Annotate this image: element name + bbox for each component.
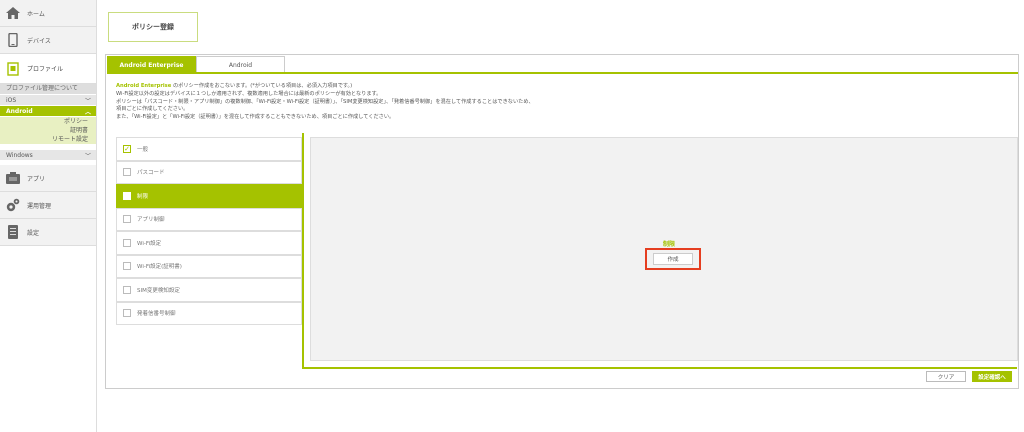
policy-item-passcode[interactable]: パスコード bbox=[116, 160, 302, 184]
detail-panel: 制限 作成 bbox=[302, 133, 1018, 369]
group-ios[interactable]: iOS ﹀ bbox=[0, 95, 96, 105]
note-line-5: また、「Wi-Fi設定」と「Wi-Fi設定（証明書）」を混在して作成することもで… bbox=[116, 114, 395, 121]
policy-item-label: パスコード bbox=[137, 170, 165, 177]
nav-device[interactable]: デバイス bbox=[0, 27, 96, 54]
policy-notes: Android Enterprise のポリシー作成をおこないます。(*がついて… bbox=[116, 83, 996, 122]
group-ios-label: iOS bbox=[6, 96, 17, 104]
group-windows[interactable]: Windows ﹀ bbox=[0, 150, 96, 160]
checkbox-checked-icon[interactable]: ✓ bbox=[123, 144, 131, 153]
confirm-settings-button[interactable]: 設定確認へ bbox=[972, 371, 1012, 382]
main-content: ポリシー登録 Android Enterprise Android Androi… bbox=[98, 0, 1024, 432]
checkbox-icon[interactable] bbox=[123, 168, 131, 177]
policy-item-label: 一般 bbox=[137, 146, 149, 153]
policy-item-label: Wi-Fi設定 bbox=[137, 240, 162, 247]
policy-item-wifi-cert[interactable]: Wi-Fi設定(証明書) bbox=[116, 254, 302, 278]
profile-icon bbox=[6, 61, 20, 76]
policy-item-call-control[interactable]: 発着信番号制御 bbox=[116, 301, 302, 325]
tab-android-enterprise[interactable]: Android Enterprise bbox=[107, 56, 196, 73]
note-line-2: Wi-Fi設定以外の設定はデバイスに１つしか適用されず、複数適用した場合には最新… bbox=[116, 90, 382, 97]
nav-home[interactable]: ホーム bbox=[0, 0, 96, 27]
nav-profile-label: プロファイル bbox=[27, 66, 64, 73]
nav-apps[interactable]: アプリ bbox=[0, 165, 96, 192]
settings-icon bbox=[6, 225, 20, 239]
checkbox-icon[interactable] bbox=[123, 285, 131, 294]
group-android-label: Android bbox=[6, 107, 33, 115]
sidebar-item-certificate[interactable]: 証明書 bbox=[0, 126, 96, 135]
policy-card: Android Enterprise Android Android Enter… bbox=[105, 54, 1019, 389]
policy-item-label: 発着信番号制御 bbox=[137, 311, 176, 318]
group-android[interactable]: Android ︿ bbox=[0, 106, 96, 116]
chevron-down-icon: ﹀ bbox=[84, 97, 91, 105]
tab-bar: Android Enterprise Android bbox=[107, 56, 285, 73]
policy-item-label: 制限 bbox=[137, 193, 149, 200]
checkbox-icon[interactable] bbox=[123, 191, 131, 200]
note-line-3: ポリシーは「パスコード・制限・アプリ制御」の複数制御、「Wi-Fi設定・Wi-F… bbox=[116, 98, 534, 105]
policy-item-list: ✓ 一般 パスコード 制限 アプリ制御 Wi-Fi設定 Wi-Fi設定(証明書)… bbox=[116, 137, 302, 369]
app-root: ホーム デバイス プロファイル プロファイル管理について iOS ﹀ Andro… bbox=[0, 0, 1024, 432]
chevron-up-icon: ︿ bbox=[84, 108, 91, 116]
sidebar: ホーム デバイス プロファイル プロファイル管理について iOS ﹀ Andro… bbox=[0, 0, 97, 432]
profile-about-link[interactable]: プロファイル管理について bbox=[0, 84, 96, 94]
policy-item-general[interactable]: ✓ 一般 bbox=[116, 137, 302, 161]
chevron-down-icon: ﹀ bbox=[84, 152, 91, 160]
checkbox-icon[interactable] bbox=[123, 238, 131, 247]
phone-icon bbox=[6, 33, 20, 47]
nav-settings-label: 設定 bbox=[27, 229, 40, 237]
tab-underline bbox=[107, 72, 1018, 74]
clear-button[interactable]: クリア bbox=[926, 371, 966, 382]
sidebar-item-remote-settings[interactable]: リモート設定 bbox=[0, 135, 96, 144]
nav-ops-label: 運用管理 bbox=[27, 202, 52, 210]
group-windows-label: Windows bbox=[6, 151, 33, 159]
nav-home-label: ホーム bbox=[27, 10, 45, 18]
detail-panel-body: 制限 作成 bbox=[310, 137, 1018, 361]
nav-device-label: デバイス bbox=[27, 37, 51, 45]
android-subitems: ポリシー 証明書 リモート設定 bbox=[0, 117, 96, 144]
nav-ops[interactable]: 運用管理 bbox=[0, 192, 96, 219]
checkbox-icon[interactable] bbox=[123, 215, 131, 224]
note-brand: Android Enterprise bbox=[116, 83, 172, 89]
policy-item-label: Wi-Fi設定(証明書) bbox=[137, 264, 182, 271]
home-icon bbox=[6, 6, 20, 20]
policy-item-wifi[interactable]: Wi-Fi設定 bbox=[116, 231, 302, 255]
apps-icon bbox=[6, 171, 20, 185]
note-line-1: Android Enterprise のポリシー作成をおこないます。(*がついて… bbox=[116, 83, 996, 91]
sidebar-item-policy[interactable]: ポリシー bbox=[0, 117, 96, 126]
policy-item-sim-change[interactable]: SIM変更検知設定 bbox=[116, 278, 302, 302]
create-button-highlight: 作成 bbox=[645, 248, 701, 270]
create-button[interactable]: 作成 bbox=[653, 253, 693, 265]
policy-item-label: SIM変更検知設定 bbox=[137, 287, 180, 294]
note-line-1-text: のポリシー作成をおこないます。(*がついている項目は、必須入力項目です。) bbox=[171, 83, 353, 89]
page-title: ポリシー登録 bbox=[108, 12, 198, 42]
nav-profile[interactable]: プロファイル bbox=[0, 54, 96, 84]
policy-item-restrictions[interactable]: 制限 bbox=[116, 184, 302, 208]
detail-section-label: 制限 bbox=[663, 241, 676, 248]
nav-apps-label: アプリ bbox=[27, 175, 46, 183]
nav-settings[interactable]: 設定 bbox=[0, 219, 96, 246]
checkbox-icon[interactable] bbox=[123, 309, 131, 318]
tab-android[interactable]: Android bbox=[196, 56, 285, 73]
policy-item-app-control[interactable]: アプリ制御 bbox=[116, 207, 302, 231]
gear-icon bbox=[6, 198, 20, 212]
checkbox-icon[interactable] bbox=[123, 262, 131, 271]
policy-item-label: アプリ制御 bbox=[137, 217, 165, 224]
